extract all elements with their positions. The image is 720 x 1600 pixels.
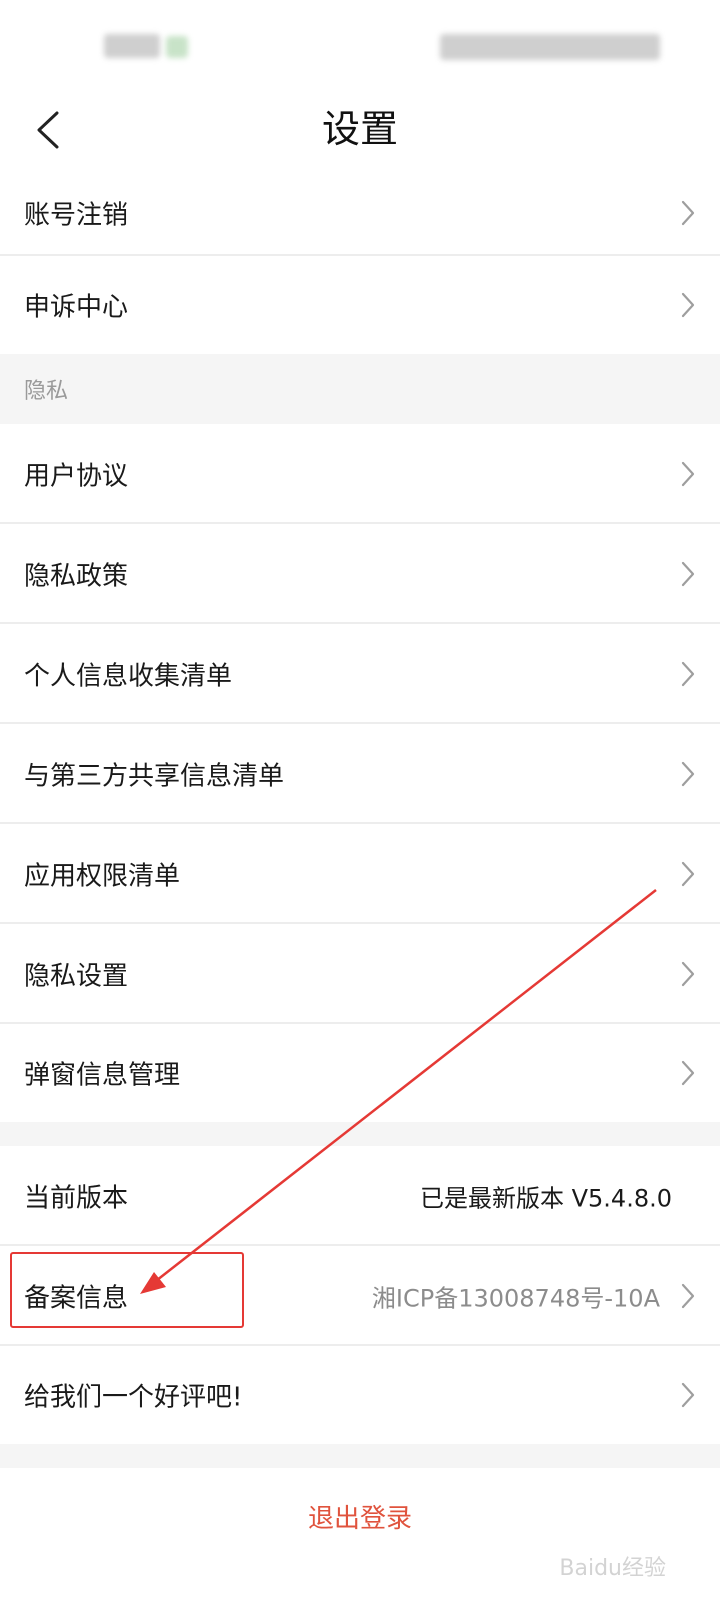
annotation-arrow [140, 889, 657, 1294]
